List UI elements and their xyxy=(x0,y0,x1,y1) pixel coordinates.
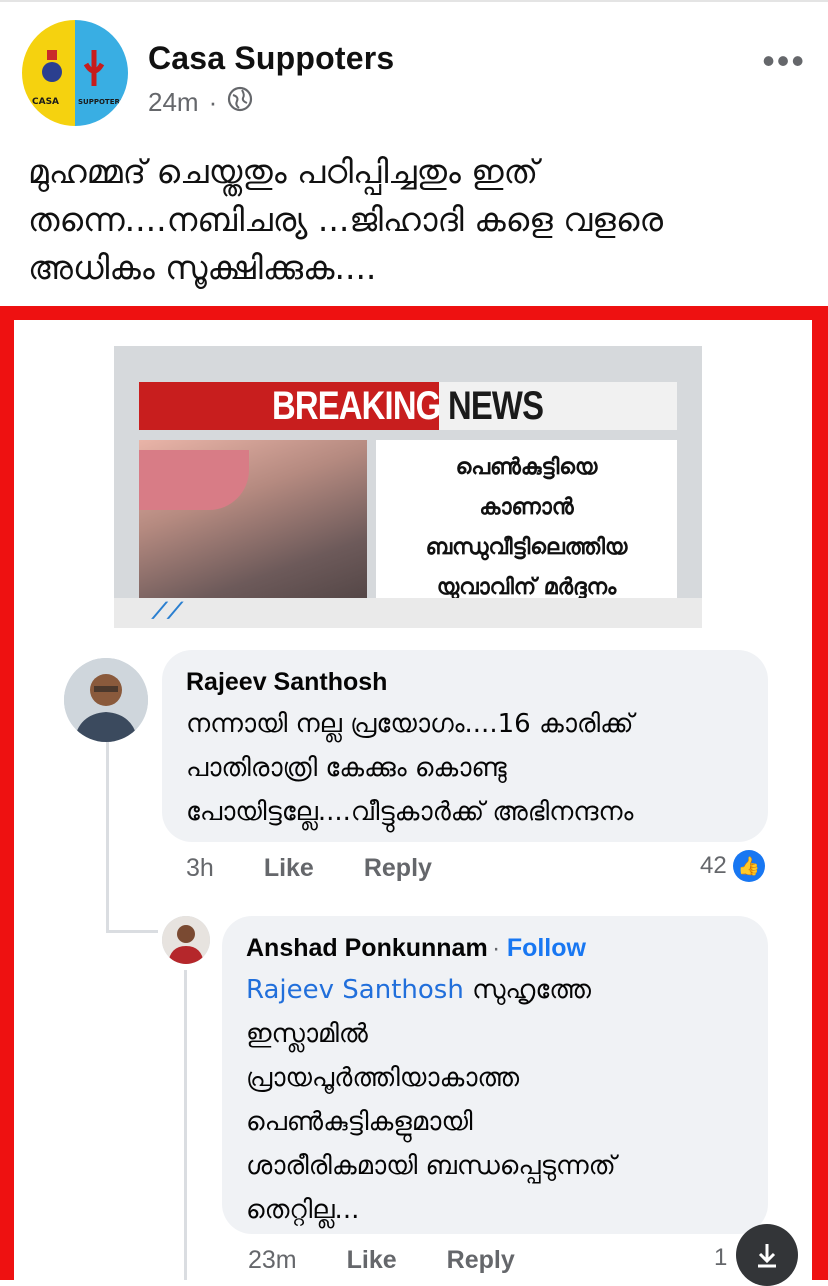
comment-text: നന്നായി നല്ല പ്രയോഗം....16 കാരിക്ക് പാതി… xyxy=(186,702,634,834)
follow-button[interactable]: Follow xyxy=(507,934,586,962)
avatar-label-right: SUPPOTERS xyxy=(78,98,125,106)
page-name[interactable]: Casa Suppoters xyxy=(148,40,394,77)
comment-author[interactable]: Rajeev Santhosh xyxy=(186,668,387,697)
caption-line: അധികം സൂക്ഷിക്കുക.... xyxy=(28,248,377,287)
caption-line: മുഹമ്മദ് ചെയ്തതും പഠിപ്പിച്ചതും ഇത് xyxy=(28,152,539,191)
reply-reactions[interactable]: 1 xyxy=(714,1244,727,1272)
headline-line: ബന്ധുവീട്ടിലെത്തിയ xyxy=(425,535,628,560)
reaction-count: 42 xyxy=(700,852,727,879)
like-button[interactable]: Like xyxy=(347,1246,397,1275)
post-image-frame[interactable]: BREAKING NEWS പെൺകുട്ടിയെ കാണാൻ ബന്ധുവീട… xyxy=(0,306,828,1280)
comment-text: Rajeev Santhosh സുഹൃത്തേ ഇസ്ലാമിൽ പ്രായപ… xyxy=(246,968,616,1232)
comment-line: പാതിരാത്രി കേക്കും കൊണ്ടു xyxy=(186,753,507,783)
news-headline: പെൺകുട്ടിയെ കാണാൻ ബന്ധുവീട്ടിലെത്തിയ യുവ… xyxy=(376,440,677,616)
news-bottom-strip xyxy=(114,598,702,628)
comment-line: പോയിട്ടല്ലേ....വീട്ടുകാർക്ക് അഭിനന്ദനം xyxy=(186,797,634,827)
reply-actions: 23m Like Reply xyxy=(248,1246,515,1275)
headline-line: പെൺകുട്ടിയെ xyxy=(455,455,598,480)
reply-bubble: Anshad Ponkunnam · Follow Rajeev Santhos… xyxy=(222,916,768,1234)
avatar-label-left: CASA xyxy=(32,97,59,107)
thread-line xyxy=(106,740,109,932)
thumbs-up-icon: 👍 xyxy=(732,850,765,882)
comment-line: നന്നായി നല്ല പ്രയോഗം....16 കാരിക്ക് xyxy=(186,709,634,739)
comment-line: ശാരീരികമായി ബന്ധപ്പെടുന്നത് xyxy=(246,1151,616,1181)
more-dots-icon[interactable]: ••• xyxy=(762,40,806,82)
comment-reactions[interactable]: 42 👍 xyxy=(700,850,765,882)
news-screenshot: BREAKING NEWS പെൺകുട്ടിയെ കാണാൻ ബന്ധുവീട… xyxy=(114,346,702,628)
thread-line xyxy=(106,930,158,933)
mention-link[interactable]: Rajeev Santhosh xyxy=(246,975,464,1005)
commenter-avatar[interactable] xyxy=(64,658,148,742)
headline-line: കാണാൻ xyxy=(479,495,574,520)
comment-line: പെൺകുട്ടികളുമായി xyxy=(246,1107,473,1137)
post-image: BREAKING NEWS പെൺകുട്ടിയെ കാണാൻ ബന്ധുവീട… xyxy=(14,320,812,1280)
news-photo xyxy=(139,440,367,616)
breaking-label: BREAKING xyxy=(272,384,441,428)
reaction-count: 1 xyxy=(714,1244,728,1271)
post-caption: മുഹമ്മദ് ചെയ്തതും പഠിപ്പിച്ചതും ഇത് തന്ന… xyxy=(28,148,798,292)
comment-bubble: Rajeev Santhosh നന്നായി നല്ല പ്രയോഗം....… xyxy=(162,650,768,842)
download-icon[interactable] xyxy=(736,1224,798,1286)
follow-separator: · xyxy=(492,935,507,962)
comment-time[interactable]: 3h xyxy=(186,854,214,883)
comment-line: ഇസ്ലാമിൽ xyxy=(246,1019,368,1049)
comment-actions: 3h Like Reply xyxy=(186,854,432,883)
reply-button[interactable]: Reply xyxy=(364,854,432,883)
comment-line: തെറ്റില്ല... xyxy=(246,1195,360,1225)
top-divider xyxy=(0,0,828,2)
commenter-avatar[interactable] xyxy=(162,916,210,964)
comment-time[interactable]: 23m xyxy=(248,1246,297,1275)
comment-line-rest: സുഹൃത്തേ xyxy=(463,975,591,1005)
comment-author[interactable]: Anshad Ponkunnam xyxy=(246,934,488,962)
post-meta: 24m · xyxy=(148,86,253,119)
globe-icon xyxy=(227,86,253,119)
thread-line xyxy=(184,970,187,1280)
caption-line: തന്നെ....നബിചര്യ ...ജിഹാദി കളെ വളരെ xyxy=(28,200,664,239)
comment-line: പ്രായപൂർത്തിയാകാത്ത xyxy=(246,1063,520,1093)
reply-header: Anshad Ponkunnam · Follow xyxy=(246,934,586,963)
page-avatar[interactable]: CASA SUPPOTERS xyxy=(22,20,128,126)
post-time[interactable]: 24m xyxy=(148,87,199,118)
comment-line: Rajeev Santhosh സുഹൃത്തേ xyxy=(246,968,616,1012)
news-label: NEWS xyxy=(448,384,544,428)
meta-separator: · xyxy=(208,87,218,117)
channel-logo-icon: ⟋⟋ xyxy=(152,598,183,623)
like-button[interactable]: Like xyxy=(264,854,314,883)
reply-button[interactable]: Reply xyxy=(447,1246,515,1275)
